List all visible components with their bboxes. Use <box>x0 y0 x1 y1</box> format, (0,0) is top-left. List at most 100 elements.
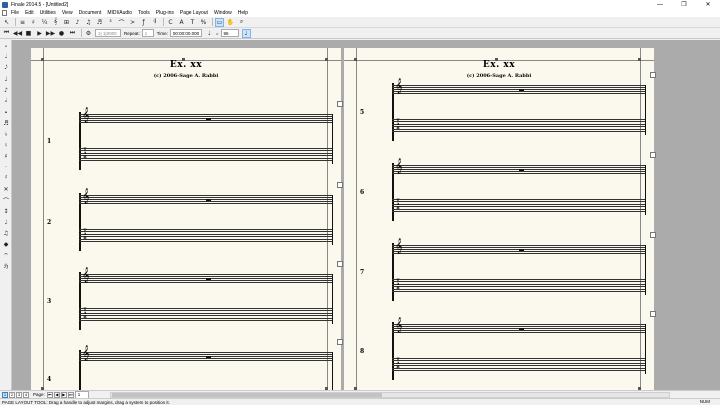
palette-tool-5-icon[interactable]: ♪ <box>1 85 11 95</box>
page-view-button-3[interactable]: 3 <box>16 391 22 398</box>
page-view-button-4[interactable]: 4 <box>23 391 29 398</box>
menu-plug-ins[interactable]: Plug-ins <box>153 10 177 16</box>
menu-page-layout[interactable]: Page Layout <box>177 10 211 16</box>
palette-tool-21-icon[interactable]: ℌ <box>1 261 11 271</box>
end-icon[interactable]: ⏭ <box>68 29 77 38</box>
measure-counter-field[interactable]: 1| 1|0000 <box>95 29 121 37</box>
system-handle-box[interactable] <box>650 311 656 317</box>
score-page-1[interactable]: Ex. xx (c) 2006-Sage A. Rabbi 𝄞 T A B 1 𝄞 T A B 2 𝄞 T… <box>31 48 343 390</box>
menu-help[interactable]: Help <box>235 10 251 16</box>
time-signature-tool-icon[interactable]: ¼ <box>40 18 49 27</box>
palette-tool-1-icon[interactable]: 𝅗 <box>1 41 11 51</box>
last-page-icon[interactable]: ⏭ <box>67 391 74 398</box>
palette-tool-12-icon[interactable]: · <box>1 162 11 172</box>
palette-tool-15-icon[interactable]: ⌒ <box>1 195 11 205</box>
staff-system[interactable]: 𝄞 T A B <box>79 190 333 251</box>
menu-file[interactable]: File <box>8 10 22 16</box>
document-icon[interactable] <box>2 10 7 16</box>
chord-tool-icon[interactable]: C <box>166 18 175 27</box>
system-handle-box[interactable] <box>650 152 656 158</box>
page-view-button-2[interactable]: 2 <box>9 391 15 398</box>
repeat-tool-icon[interactable]: 𝄇 <box>150 18 159 27</box>
system-handle-box[interactable] <box>337 182 343 188</box>
scrollbar-thumb[interactable] <box>112 393 382 397</box>
key-signature-tool-icon[interactable]: ♯ <box>29 18 38 27</box>
menu-edit[interactable]: Edit <box>22 10 37 16</box>
palette-tool-4-icon[interactable]: ♩ <box>1 74 11 84</box>
palette-tool-13-icon[interactable]: 𝄽 <box>1 173 11 183</box>
palette-tool-8-icon[interactable]: ♬ <box>1 118 11 128</box>
step-back-icon[interactable]: ◀◀ <box>13 29 22 38</box>
stop-icon[interactable]: ■ <box>24 29 33 38</box>
palette-tool-19-icon[interactable]: ◆ <box>1 239 11 249</box>
palette-tool-16-icon[interactable]: ↕ <box>1 206 11 216</box>
tempo-lock-icon[interactable]: ♩ <box>241 28 251 38</box>
staff-system[interactable]: 𝄞 T A B <box>392 160 646 221</box>
palette-tool-17-icon[interactable]: ♩ <box>1 217 11 227</box>
system-handle-box[interactable] <box>337 339 343 345</box>
resize-tool-icon[interactable]: % <box>199 18 208 27</box>
time-field[interactable]: 00:00:00.000 <box>169 29 202 37</box>
maximize-button[interactable]: ❐ <box>672 0 696 9</box>
minimize-button[interactable]: — <box>648 0 672 9</box>
tempo-field[interactable]: 96 <box>220 29 239 37</box>
staff-system[interactable]: 𝄞 T A B <box>392 240 646 301</box>
text-tool-icon[interactable]: T <box>188 18 197 27</box>
menu-tools[interactable]: Tools <box>135 10 153 16</box>
palette-tool-3-icon[interactable]: 𝅘𝅥𝅮 <box>1 63 11 73</box>
palette-tool-18-icon[interactable]: ♫ <box>1 228 11 238</box>
menu-window[interactable]: Window <box>211 10 235 16</box>
system-handle-box[interactable] <box>337 261 343 267</box>
hand-grabber-icon[interactable]: ✋ <box>226 18 235 27</box>
speedy-entry-tool-icon[interactable]: ♫ <box>84 18 93 27</box>
menu-document[interactable]: Document <box>76 10 105 16</box>
palette-tool-2-icon[interactable]: 𝅘𝅥 <box>1 52 11 62</box>
rewind-icon[interactable]: ⏮ <box>2 29 11 38</box>
left-margin-guide[interactable] <box>43 48 44 390</box>
first-page-icon[interactable]: ⏮ <box>46 391 53 398</box>
simple-entry-tool-icon[interactable]: ♪ <box>73 18 82 27</box>
menu-midi-audio[interactable]: MIDI/Audio <box>104 10 135 16</box>
selection-tool-icon[interactable]: ↖ <box>2 18 11 27</box>
system-handle-box[interactable] <box>650 232 656 238</box>
palette-tool-7-icon[interactable]: 𝅝 <box>1 107 11 117</box>
palette-tool-14-icon[interactable]: ✕ <box>1 184 11 194</box>
staff-system[interactable]: 𝄞 T A B <box>79 269 333 330</box>
staff-system[interactable]: 𝄞 T A B <box>79 109 333 170</box>
smart-shape-tool-icon[interactable]: ⌒ <box>117 18 126 27</box>
zoom-tool-icon[interactable]: ⌕ <box>237 18 246 27</box>
palette-tool-20-icon[interactable]: 𝄐 <box>1 250 11 260</box>
lyrics-tool-icon[interactable]: A <box>177 18 186 27</box>
close-button[interactable]: ✕ <box>696 0 720 9</box>
staff-system[interactable]: 𝄞 T A B <box>392 80 646 141</box>
left-margin-guide[interactable] <box>356 48 357 390</box>
tuplet-tool-icon[interactable]: ³ <box>106 18 115 27</box>
page-view-button-1[interactable]: 1 <box>2 391 8 398</box>
play-icon[interactable]: ▶ <box>35 29 44 38</box>
measure-tool-icon[interactable]: ⊞ <box>62 18 71 27</box>
palette-tool-11-icon[interactable]: ♯ <box>1 151 11 161</box>
page-layout-tool-icon[interactable]: ▭ <box>215 17 224 27</box>
palette-tool-6-icon[interactable]: 𝅗𝅥 <box>1 96 11 106</box>
menu-view[interactable]: View <box>59 10 76 16</box>
palette-tool-10-icon[interactable]: ♮ <box>1 140 11 150</box>
staff-tool-icon[interactable]: ≡ <box>18 18 27 27</box>
articulation-tool-icon[interactable]: > <box>128 18 137 27</box>
playback-settings-icon[interactable]: ⚙ <box>84 29 93 38</box>
expression-tool-icon[interactable]: ƒ <box>139 18 148 27</box>
repeat-field[interactable]: 1 <box>141 29 154 37</box>
record-icon[interactable]: ● <box>57 29 66 38</box>
prev-page-icon[interactable]: ◀ <box>53 391 60 398</box>
staff-system[interactable]: 𝄞 <box>79 347 333 390</box>
system-handle-box[interactable] <box>337 101 343 107</box>
staff-system[interactable]: 𝄞 T A B <box>392 319 646 380</box>
next-page-icon[interactable]: ▶ <box>60 391 67 398</box>
menu-utilities[interactable]: Utilities <box>37 10 59 16</box>
score-page-2[interactable]: Ex. xx (c) 2006-Sage A. Rabbi 𝄞 T A B 5 𝄞 T A B 6 𝄞 T… <box>344 48 656 390</box>
hyperscribe-tool-icon[interactable]: ♬ <box>95 18 104 27</box>
palette-tool-9-icon[interactable]: ♭ <box>1 129 11 139</box>
system-handle-box[interactable] <box>650 72 656 78</box>
clef-tool-icon[interactable]: 𝄞 <box>51 18 60 27</box>
score-workspace[interactable]: Ex. xx (c) 2006-Sage A. Rabbi 𝄞 T A B 1 𝄞 T A B 2 𝄞 T… <box>12 40 720 390</box>
fast-forward-icon[interactable]: ▶▶ <box>46 29 55 38</box>
